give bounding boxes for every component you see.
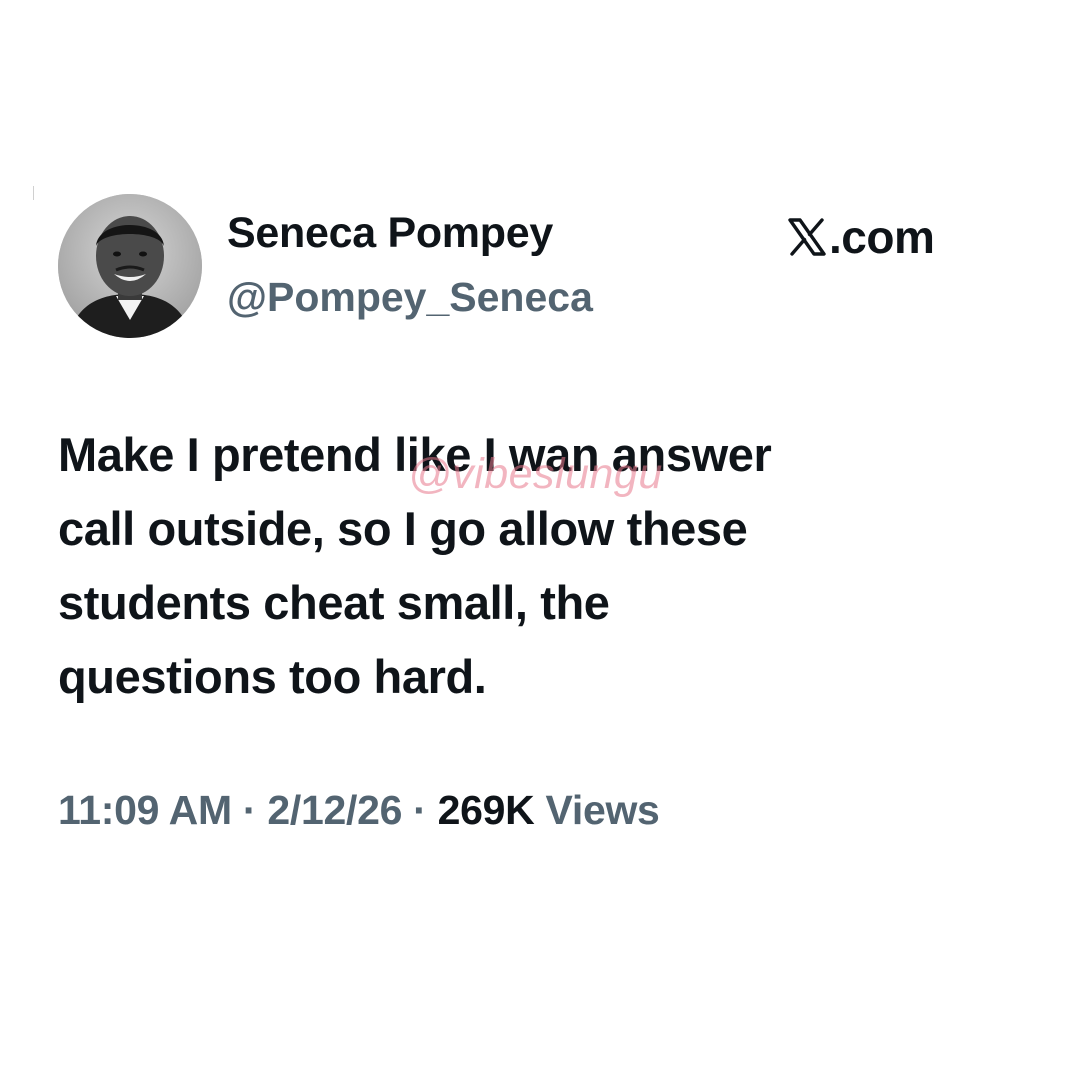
user-handle[interactable]: @Pompey_Seneca [227, 274, 593, 321]
edge-mark [33, 186, 34, 200]
meta-separator: · [402, 787, 438, 833]
tweet-card: Seneca Pompey @Pompey_Seneca .com Make I… [0, 0, 1080, 1080]
x-logo-icon [788, 218, 826, 256]
display-name[interactable]: Seneca Pompey [227, 209, 553, 258]
platform-domain: .com [829, 211, 935, 263]
avatar[interactable] [58, 194, 202, 338]
views-label: Views [534, 787, 660, 833]
tweet-time[interactable]: 11:09 AM [58, 787, 232, 833]
meta-separator: · [231, 787, 268, 833]
platform-badge: .com [787, 209, 935, 265]
watermark: @vibeslungu [408, 450, 663, 498]
tweet-meta: 11:09 AM · 2/12/26 · 269K Views [58, 787, 660, 834]
avatar-photo [58, 194, 202, 338]
views-count[interactable]: 269K [438, 787, 535, 833]
tweet-date[interactable]: 2/12/26 [267, 787, 402, 833]
